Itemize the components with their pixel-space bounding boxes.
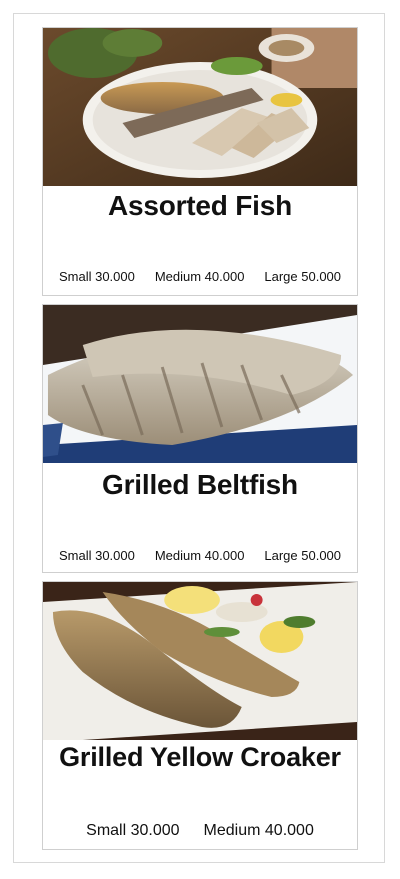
- item-name: Assorted Fish: [107, 190, 293, 221]
- item-name: Grilled Beltfish: [102, 469, 298, 500]
- grilled-beltfish-image: [43, 305, 357, 463]
- price-large[interactable]: Large 50.000: [264, 548, 341, 563]
- price-small[interactable]: Small 30.000: [59, 269, 135, 284]
- menu-card-grilled-beltfish[interactable]: Grilled Beltfish Small 30.000 Medium 40.…: [42, 304, 358, 573]
- price-list: Small 30.000 Medium 40.000: [43, 822, 357, 840]
- price-large[interactable]: Large 50.000: [264, 269, 341, 284]
- grilled-yellow-croaker-image: [43, 582, 357, 740]
- menu-card-assorted-fish[interactable]: Assorted Fish Small 30.000 Medium 40.000…: [42, 27, 358, 296]
- price-list: Small 30.000 Medium 40.000 Large 50.000: [43, 269, 357, 284]
- menu-card-grilled-yellow-croaker[interactable]: Grilled Yellow Croaker Small 30.000 Medi…: [42, 581, 358, 850]
- price-medium[interactable]: Medium 40.000: [155, 269, 245, 284]
- item-name: Grilled Yellow Croaker: [59, 742, 341, 772]
- price-list: Small 30.000 Medium 40.000 Large 50.000: [43, 548, 357, 563]
- price-medium[interactable]: Medium 40.000: [204, 822, 314, 840]
- price-small[interactable]: Small 30.000: [86, 822, 179, 840]
- price-small[interactable]: Small 30.000: [59, 548, 135, 563]
- assorted-fish-image: [43, 28, 357, 186]
- price-medium[interactable]: Medium 40.000: [155, 548, 245, 563]
